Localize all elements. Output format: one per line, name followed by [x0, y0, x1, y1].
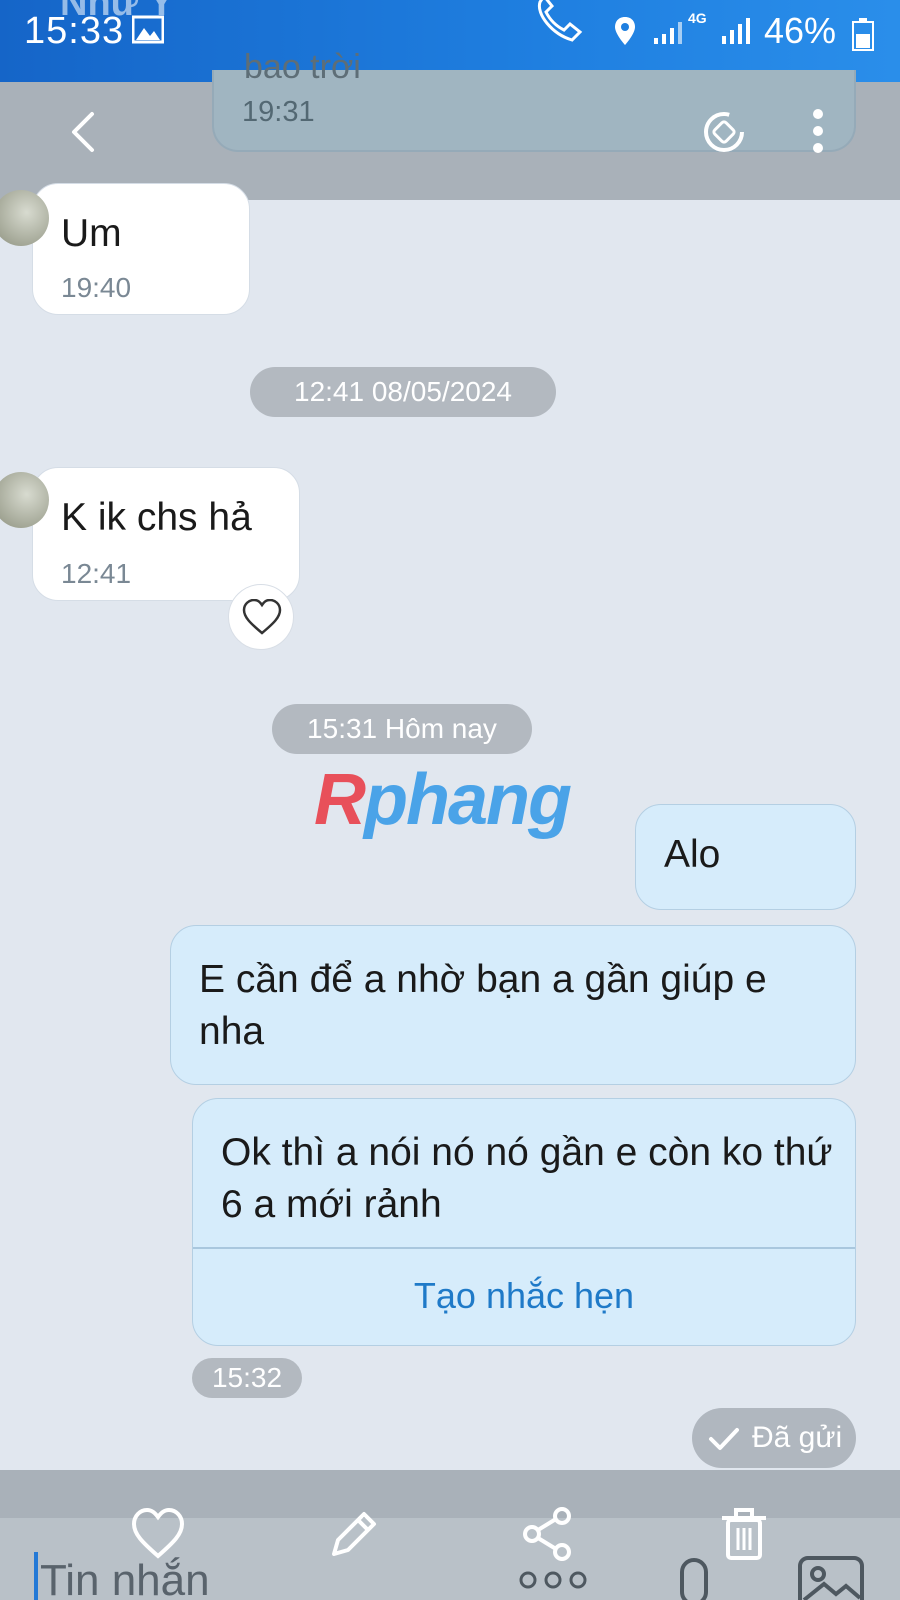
heart-icon [242, 599, 282, 635]
message-bubble-incoming[interactable]: K ik chs hả 12:41 [0, 467, 300, 601]
message-text: E cần để a nhờ bạn a gần giúp e nha [199, 958, 767, 1053]
sync-icon[interactable] [700, 108, 748, 156]
message-bubble-incoming[interactable]: Um 19:40 [0, 183, 250, 315]
avatar[interactable] [0, 472, 49, 528]
trash-icon[interactable] [716, 1506, 772, 1562]
react-button[interactable] [228, 584, 294, 650]
message-bubble-outgoing[interactable]: E cần để a nhờ bạn a gần giúp e nha [170, 925, 856, 1085]
battery-icon [852, 18, 874, 51]
gallery-icon [132, 15, 164, 44]
share-icon[interactable] [520, 1506, 576, 1562]
date-separator: 12:41 08/05/2024 [250, 367, 556, 417]
message-time: 19:40 [61, 272, 132, 303]
battery-percent: 46% [764, 10, 837, 51]
message-bubble-outgoing[interactable]: Ok thì a nói nó nó gần e còn ko thứ 6 a … [192, 1098, 856, 1346]
message-action-bar: Tin nhắn [0, 1470, 900, 1600]
create-reminder-link[interactable]: Tạo nhắc hẹn [193, 1275, 855, 1317]
more-apps-icon[interactable] [518, 1570, 588, 1590]
watermark-logo: Rphang [314, 760, 572, 840]
divider [193, 1247, 855, 1249]
signal-sim2-icon [722, 18, 750, 44]
phone-call-icon [537, 0, 583, 42]
image-icon[interactable] [796, 1554, 866, 1600]
location-icon [615, 17, 635, 45]
pinned-message-banner[interactable]: bao trời 19:31 [212, 48, 856, 152]
pinned-message-text: bao trời [244, 48, 361, 86]
sent-status-badge: Đã gửi [692, 1408, 856, 1468]
heart-icon[interactable] [130, 1506, 186, 1562]
message-timestamp: 15:32 [192, 1358, 302, 1398]
message-text: K ik chs hả [61, 496, 252, 539]
status-time: 15:33 [24, 10, 125, 52]
message-text: Alo [664, 833, 721, 876]
message-input[interactable]: Tin nhắn [40, 1556, 210, 1600]
message-text: Um [61, 212, 122, 255]
back-arrow-icon[interactable] [62, 110, 106, 154]
microphone-icon[interactable] [674, 1558, 714, 1600]
edit-pencil-icon[interactable] [326, 1506, 382, 1562]
network-type-label: 4G [688, 10, 707, 26]
message-bubble-outgoing[interactable]: Alo [635, 804, 856, 910]
message-time: 12:41 [61, 558, 132, 589]
message-text: Ok thì a nói nó nó gần e còn ko thứ 6 a … [221, 1131, 833, 1226]
text-cursor [34, 1552, 38, 1600]
more-options-icon[interactable] [808, 106, 828, 156]
pinned-message-time: 19:31 [242, 96, 315, 128]
date-separator: 15:31 Hôm nay [272, 704, 532, 754]
avatar[interactable] [0, 190, 49, 246]
checkmark-icon [709, 1428, 739, 1450]
sent-status-text: Đã gửi [752, 1421, 843, 1454]
